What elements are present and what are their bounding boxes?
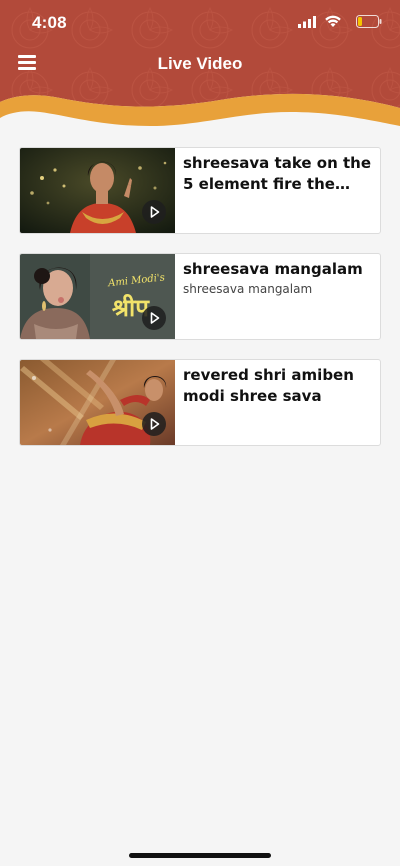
play-button[interactable] bbox=[142, 200, 166, 224]
play-icon bbox=[150, 312, 160, 324]
home-indicator[interactable] bbox=[129, 853, 271, 858]
video-thumbnail bbox=[20, 360, 175, 445]
video-thumbnail bbox=[20, 148, 175, 233]
play-button[interactable] bbox=[142, 412, 166, 436]
video-item-3[interactable]: revered shri amiben modi shree sava bbox=[19, 359, 381, 446]
video-title: revered shri amiben modi shree sava bbox=[183, 366, 354, 405]
video-subtitle: shreesava mangalam bbox=[183, 282, 313, 296]
video-info: revered shri amiben modi shree sava bbox=[183, 365, 375, 407]
play-icon bbox=[150, 206, 160, 218]
page-title: Live Video bbox=[157, 54, 243, 73]
video-item-1[interactable]: shreesava take on the 5 element fire the… bbox=[19, 147, 381, 234]
play-icon bbox=[150, 418, 160, 430]
wifi-icon bbox=[325, 15, 341, 27]
app-header: 4:08 Live Video bbox=[0, 0, 400, 135]
video-title: shreesava mangalam bbox=[183, 260, 363, 278]
play-button[interactable] bbox=[142, 306, 166, 330]
video-list: shreesava take on the 5 element fire the… bbox=[19, 147, 381, 465]
status-time: 4:08 bbox=[32, 13, 67, 32]
video-info: shreesava take on the 5 element fire the… bbox=[183, 153, 375, 195]
signal-icon bbox=[298, 16, 316, 28]
video-item-2[interactable]: Ami Modi's श्रीप shreesava mangalam shre… bbox=[19, 253, 381, 340]
nav-bar: Live Video bbox=[0, 46, 400, 82]
status-icons bbox=[252, 15, 382, 31]
status-bar: 4:08 bbox=[0, 0, 400, 46]
video-info: shreesava mangalam shreesava mangalam bbox=[183, 259, 375, 296]
battery-icon bbox=[356, 15, 382, 28]
video-thumbnail: Ami Modi's श्रीप bbox=[20, 254, 175, 339]
video-title: shreesava take on the 5 element fire the… bbox=[183, 154, 372, 193]
